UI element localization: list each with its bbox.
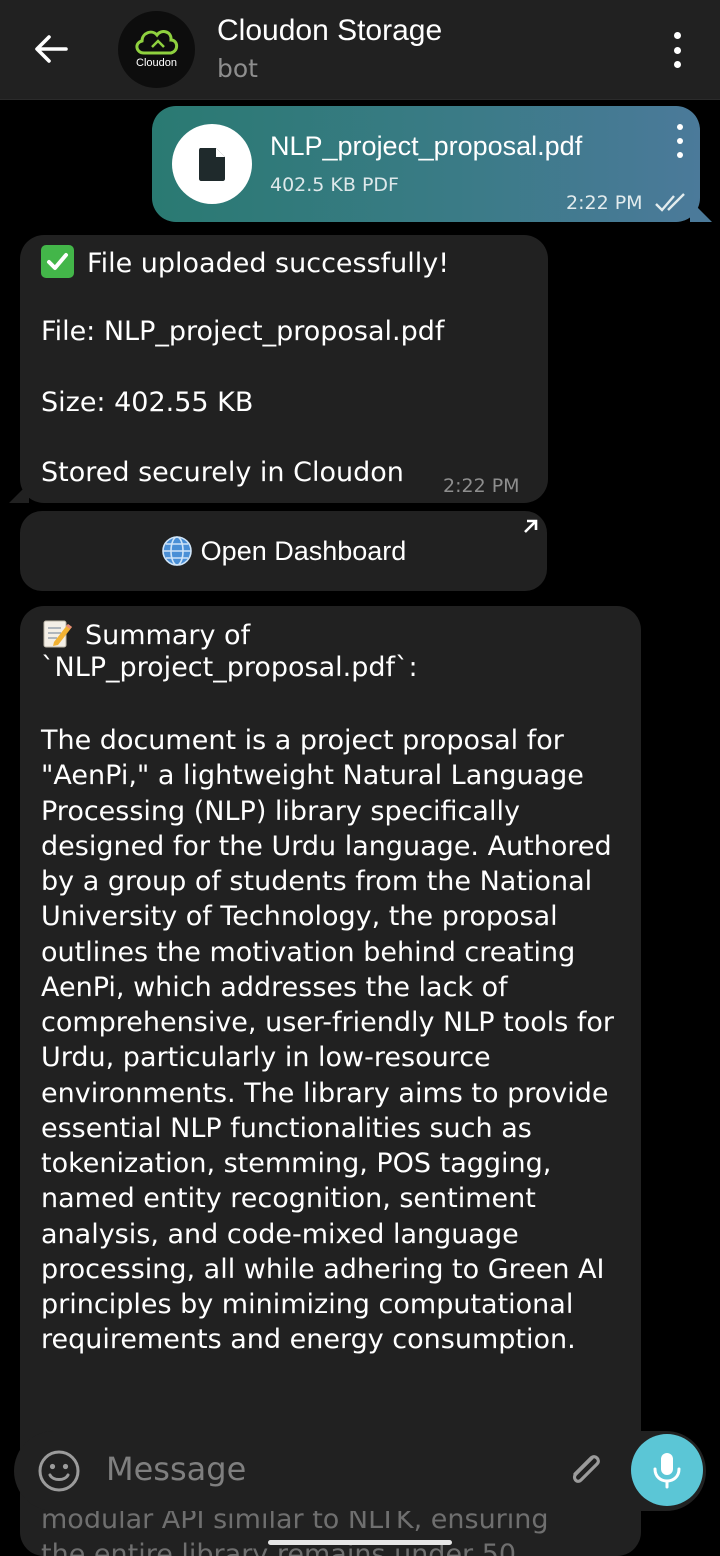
double-check-icon xyxy=(655,193,685,212)
upload-success-line: File uploaded successfully! xyxy=(41,245,449,279)
paperclip-icon[interactable] xyxy=(562,1446,610,1494)
more-options-button[interactable] xyxy=(660,28,694,72)
file-name: NLP_project_proposal.pdf xyxy=(270,131,583,161)
dot-icon xyxy=(673,32,681,39)
globe-icon xyxy=(161,536,192,566)
document-icon xyxy=(199,148,225,181)
bubble-tail xyxy=(690,200,712,222)
chat-subtitle: bot xyxy=(217,54,258,83)
file-size: 402.5 KB PDF xyxy=(270,174,399,196)
external-link-icon xyxy=(524,519,538,533)
dot-icon xyxy=(673,61,681,68)
summary-filename: `NLP_project_proposal.pdf`: xyxy=(41,652,418,683)
bot-avatar[interactable]: Cloudon xyxy=(118,11,195,88)
emoji-icon[interactable] xyxy=(36,1448,82,1494)
open-dashboard-label: Open Dashboard xyxy=(200,535,407,566)
message-time: 2:22 PM xyxy=(443,475,520,497)
chat-title[interactable]: Cloudon Storage xyxy=(217,14,442,48)
open-dashboard-button[interactable]: Open Dashboard xyxy=(20,511,547,591)
check-mark-icon xyxy=(41,245,74,278)
dot-icon xyxy=(677,138,683,144)
memo-icon xyxy=(43,620,72,648)
dot-icon xyxy=(677,152,683,158)
dot-icon xyxy=(673,46,681,54)
file-menu-button[interactable] xyxy=(672,124,688,158)
bubble-tail xyxy=(9,483,29,503)
dot-icon xyxy=(677,124,683,130)
chat-header: Cloudon Cloudon Storage bot xyxy=(0,0,720,100)
summary-body: The document is a project proposal for "… xyxy=(41,725,615,1356)
summary-heading: Summary of xyxy=(41,617,250,651)
back-button[interactable] xyxy=(28,26,74,72)
file-download-button[interactable] xyxy=(172,124,252,204)
file-message-bubble[interactable]: NLP_project_proposal.pdf 402.5 KB PDF 2:… xyxy=(152,106,700,222)
upload-file-line: File: NLP_project_proposal.pdf xyxy=(41,316,445,347)
cloud-logo-icon xyxy=(135,30,179,55)
voice-message-button[interactable] xyxy=(631,1434,703,1506)
message-input[interactable]: Message xyxy=(106,1450,246,1488)
arrow-left-icon xyxy=(35,35,68,63)
microphone-icon xyxy=(653,1453,681,1489)
upload-storage-line: Stored securely in Cloudon xyxy=(41,457,404,488)
home-indicator[interactable] xyxy=(268,1540,452,1545)
avatar-label: Cloudon xyxy=(136,57,177,69)
upload-size-line: Size: 402.55 KB xyxy=(41,387,254,418)
message-time: 2:22 PM xyxy=(566,192,643,214)
